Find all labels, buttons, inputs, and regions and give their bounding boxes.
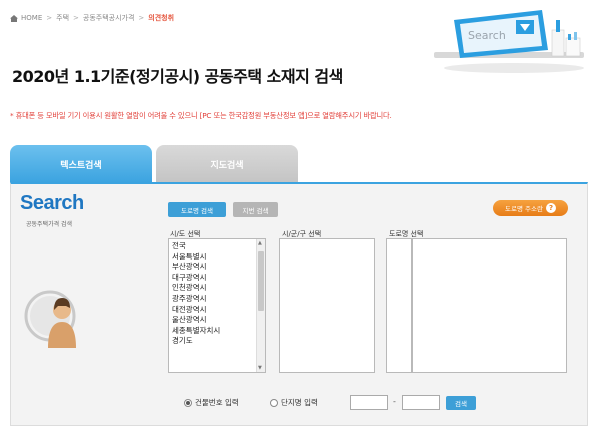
- number-dash: -: [393, 397, 396, 406]
- page-title: 2020년 1.1기준(정기공시) 공동주택 소재지 검색: [12, 67, 343, 86]
- sido-option[interactable]: 광주광역시: [172, 294, 265, 305]
- sido-listbox[interactable]: 전국 서울특별시 부산광역시 대구광역시 인천광역시 광주광역시 대전광역시 울…: [168, 238, 266, 373]
- road-search-button[interactable]: 도로명 검색: [168, 202, 226, 217]
- road-address-guide-button[interactable]: 도로명 주소란 ?: [493, 200, 568, 216]
- sigungu-listbox[interactable]: [279, 238, 375, 373]
- sido-option[interactable]: 부산광역시: [172, 262, 265, 273]
- sido-option[interactable]: 대구광역시: [172, 273, 265, 284]
- breadcrumb-housing[interactable]: 주택: [56, 13, 69, 23]
- scroll-down-icon[interactable]: ▼: [258, 365, 262, 371]
- sido-option[interactable]: 서울특별시: [172, 252, 265, 263]
- sido-option[interactable]: 대전광역시: [172, 305, 265, 316]
- sido-scrollbar[interactable]: ▲ ▼: [256, 239, 265, 372]
- mobile-notice: * 휴대폰 등 모바일 기기 이용시 원활한 열람이 어려울 수 있으니 [PC…: [10, 111, 392, 120]
- radio-complex-name[interactable]: 단지명 입력: [270, 397, 318, 408]
- lot-search-button[interactable]: 지번 검색: [233, 202, 278, 217]
- breadcrumb-current: 의견청취: [148, 14, 175, 22]
- tab-text-search[interactable]: 텍스트검색: [10, 145, 152, 183]
- sido-option[interactable]: 세종특별자치시: [172, 326, 265, 337]
- radio-unchecked-icon[interactable]: [270, 398, 278, 407]
- search-tabs: 텍스트검색 지도검색: [10, 145, 590, 183]
- search-logo: Search: [20, 192, 84, 214]
- radio-building-number[interactable]: 건물번호 입력: [184, 397, 239, 408]
- search-button[interactable]: 검색: [446, 396, 476, 410]
- radio-building-label: 건물번호 입력: [195, 398, 239, 407]
- hero-search-illustration: Search: [434, 10, 584, 73]
- breadcrumb: HOME > 주택 > 공동주택공시가격 > 의견청취: [10, 10, 178, 26]
- breadcrumb-home[interactable]: HOME: [21, 14, 42, 22]
- sido-option[interactable]: 울산광역시: [172, 315, 265, 326]
- radio-complex-label: 단지명 입력: [281, 398, 318, 407]
- road-initial-listbox[interactable]: [386, 238, 412, 373]
- sido-option[interactable]: 인천광역시: [172, 283, 265, 294]
- question-icon: ?: [545, 203, 556, 213]
- building-number-main-input[interactable]: [350, 395, 388, 410]
- sido-list: 전국 서울특별시 부산광역시 대구광역시 인천광역시 광주광역시 대전광역시 울…: [169, 239, 265, 347]
- road-name-listbox[interactable]: [412, 238, 567, 373]
- radio-checked-icon[interactable]: [184, 398, 192, 407]
- sido-option[interactable]: 경기도: [172, 336, 265, 347]
- breadcrumb-separator: >: [46, 14, 53, 22]
- user-magnifier-icon: [24, 290, 76, 348]
- scroll-up-icon[interactable]: ▲: [258, 240, 262, 246]
- sido-scroll-thumb[interactable]: [258, 251, 264, 311]
- road-address-guide-label: 도로명 주소란: [505, 205, 543, 213]
- home-icon: [10, 14, 18, 22]
- breadcrumb-public-price[interactable]: 공동주택공시가격: [83, 13, 135, 23]
- hero-search-text: Search: [468, 29, 506, 42]
- breadcrumb-separator: >: [138, 14, 145, 22]
- search-logo-subtitle: 공동주택가격 검색: [26, 221, 73, 228]
- building-number-sub-input[interactable]: [402, 395, 440, 410]
- sido-option[interactable]: 전국: [172, 241, 265, 252]
- tab-map-search[interactable]: 지도검색: [156, 145, 298, 183]
- breadcrumb-separator: >: [73, 14, 79, 22]
